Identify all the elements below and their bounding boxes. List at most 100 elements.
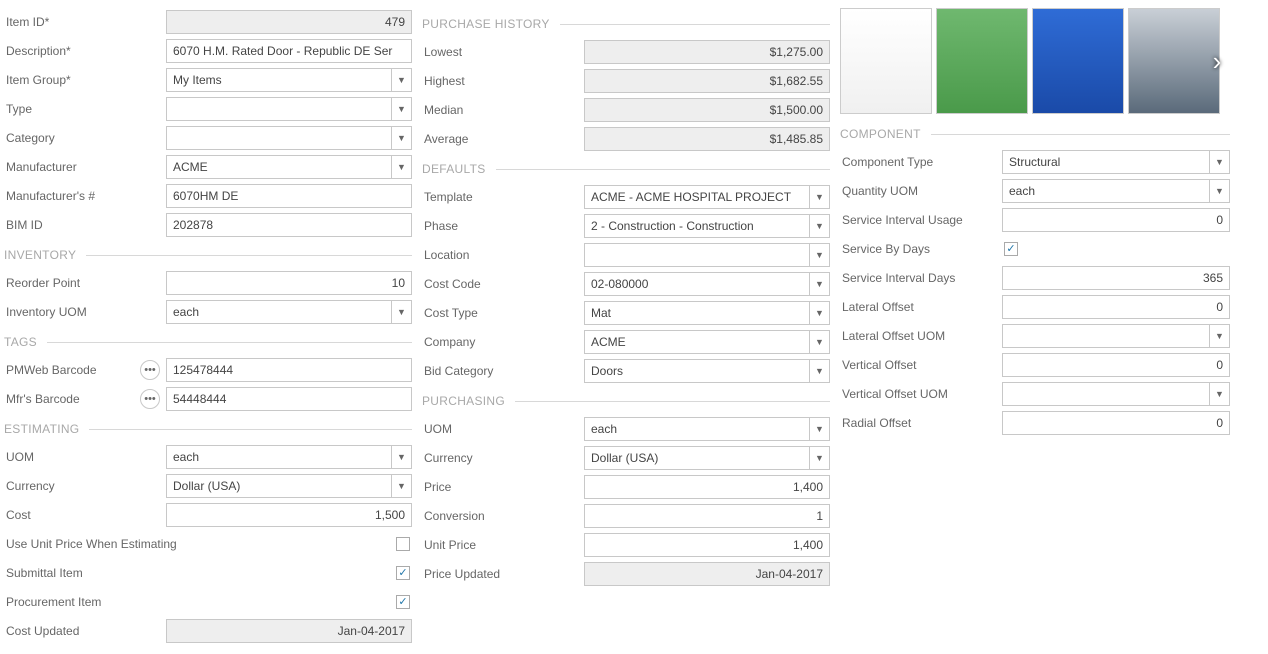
service-interval-usage-field[interactable] [1002, 208, 1230, 232]
p-price-field[interactable] [584, 475, 830, 499]
vertical-offset-label: Vertical Offset [840, 358, 1002, 372]
lateral-offset-field[interactable] [1002, 295, 1230, 319]
bim-id-label: BIM ID [4, 218, 166, 232]
description-label: Description* [4, 44, 166, 58]
category-label: Category [4, 131, 166, 145]
chevron-down-icon: ▼ [809, 186, 829, 208]
chevron-down-icon: ▼ [391, 156, 411, 178]
chevron-down-icon: ▼ [391, 98, 411, 120]
radial-offset-label: Radial Offset [840, 416, 1002, 430]
gallery-next-button[interactable]: › [1204, 8, 1230, 114]
cost-code-select[interactable]: 02-080000▼ [584, 272, 830, 296]
tags-header: TAGS [4, 330, 412, 354]
component-type-select[interactable]: Structural▼ [1002, 150, 1230, 174]
vertical-offset-uom-select[interactable]: ▼ [1002, 382, 1230, 406]
chevron-down-icon: ▼ [1209, 325, 1229, 347]
image-gallery: › [840, 8, 1230, 114]
inventory-uom-select[interactable]: each▼ [166, 300, 412, 324]
mfr-barcode-more-button[interactable]: ••• [140, 389, 160, 409]
mfr-barcode-label: Mfr's Barcode [6, 392, 80, 406]
use-unit-price-checkbox[interactable] [396, 537, 410, 551]
lateral-offset-uom-select[interactable]: ▼ [1002, 324, 1230, 348]
submittal-item-label: Submittal Item [4, 566, 396, 580]
estimating-header: ESTIMATING [4, 417, 412, 441]
inventory-uom-label: Inventory UOM [4, 305, 166, 319]
component-type-label: Component Type [840, 155, 1002, 169]
chevron-down-icon: ▼ [391, 475, 411, 497]
p-currency-select[interactable]: Dollar (USA)▼ [584, 446, 830, 470]
p-conversion-field[interactable] [584, 504, 830, 528]
est-uom-select[interactable]: each▼ [166, 445, 412, 469]
quantity-uom-label: Quantity UOM [840, 184, 1002, 198]
average-label: Average [422, 132, 584, 146]
purchase-history-header: PURCHASE HISTORY [422, 12, 830, 36]
vertical-offset-uom-label: Vertical Offset UOM [840, 387, 1002, 401]
est-currency-select[interactable]: Dollar (USA)▼ [166, 474, 412, 498]
purchasing-header: PURCHASING [422, 389, 830, 413]
bim-id-field[interactable] [166, 213, 412, 237]
procurement-item-checkbox[interactable]: ✓ [396, 595, 410, 609]
chevron-down-icon: ▼ [809, 244, 829, 266]
p-uom-label: UOM [422, 422, 584, 436]
chevron-down-icon: ▼ [809, 273, 829, 295]
procurement-item-label: Procurement Item [4, 595, 396, 609]
cost-updated-field [166, 619, 412, 643]
cost-type-label: Cost Type [422, 306, 584, 320]
vertical-offset-field[interactable] [1002, 353, 1230, 377]
chevron-down-icon: ▼ [1209, 180, 1229, 202]
p-unit-price-field[interactable] [584, 533, 830, 557]
pmweb-barcode-field[interactable] [166, 358, 412, 382]
manufacturer-select[interactable]: ACME▼ [166, 155, 412, 179]
company-select[interactable]: ACME▼ [584, 330, 830, 354]
est-currency-label: Currency [4, 479, 166, 493]
chevron-down-icon: ▼ [809, 418, 829, 440]
category-select[interactable]: ▼ [166, 126, 412, 150]
average-field [584, 127, 830, 151]
chevron-down-icon: ▼ [391, 127, 411, 149]
chevron-down-icon: ▼ [1209, 383, 1229, 405]
reorder-point-field[interactable] [166, 271, 412, 295]
cost-code-label: Cost Code [422, 277, 584, 291]
phase-label: Phase [422, 219, 584, 233]
company-label: Company [422, 335, 584, 349]
type-label: Type [4, 102, 166, 116]
location-label: Location [422, 248, 584, 262]
description-field[interactable] [166, 39, 412, 63]
mfr-barcode-field[interactable] [166, 387, 412, 411]
manufacturer-label: Manufacturer [4, 160, 166, 174]
est-uom-label: UOM [4, 450, 166, 464]
service-interval-days-field[interactable] [1002, 266, 1230, 290]
type-select[interactable]: ▼ [166, 97, 412, 121]
manufacturers-num-field[interactable] [166, 184, 412, 208]
phase-select[interactable]: 2 - Construction - Construction▼ [584, 214, 830, 238]
bid-category-select[interactable]: Doors▼ [584, 359, 830, 383]
quantity-uom-select[interactable]: each▼ [1002, 179, 1230, 203]
submittal-item-checkbox[interactable]: ✓ [396, 566, 410, 580]
chevron-down-icon: ▼ [809, 215, 829, 237]
p-price-label: Price [422, 480, 584, 494]
manufacturers-num-label: Manufacturer's # [4, 189, 166, 203]
thumbnail[interactable] [1032, 8, 1124, 114]
chevron-down-icon: ▼ [391, 69, 411, 91]
service-interval-usage-label: Service Interval Usage [840, 213, 1002, 227]
item-id-label: Item ID* [4, 15, 166, 29]
lateral-offset-uom-label: Lateral Offset UOM [840, 329, 1002, 343]
chevron-down-icon: ▼ [391, 301, 411, 323]
reorder-point-label: Reorder Point [4, 276, 166, 290]
lowest-field [584, 40, 830, 64]
use-unit-price-label: Use Unit Price When Estimating [4, 537, 396, 551]
service-interval-days-label: Service Interval Days [840, 271, 1002, 285]
p-uom-select[interactable]: each▼ [584, 417, 830, 441]
est-cost-field[interactable] [166, 503, 412, 527]
pmweb-barcode-more-button[interactable]: ••• [140, 360, 160, 380]
template-select[interactable]: ACME - ACME HOSPITAL PROJECT▼ [584, 185, 830, 209]
p-conversion-label: Conversion [422, 509, 584, 523]
thumbnail[interactable] [840, 8, 932, 114]
cost-type-select[interactable]: Mat▼ [584, 301, 830, 325]
location-select[interactable]: ▼ [584, 243, 830, 267]
item-group-select[interactable]: My Items▼ [166, 68, 412, 92]
thumbnail[interactable] [936, 8, 1028, 114]
service-by-days-checkbox[interactable]: ✓ [1004, 242, 1018, 256]
est-cost-label: Cost [4, 508, 166, 522]
radial-offset-field[interactable] [1002, 411, 1230, 435]
